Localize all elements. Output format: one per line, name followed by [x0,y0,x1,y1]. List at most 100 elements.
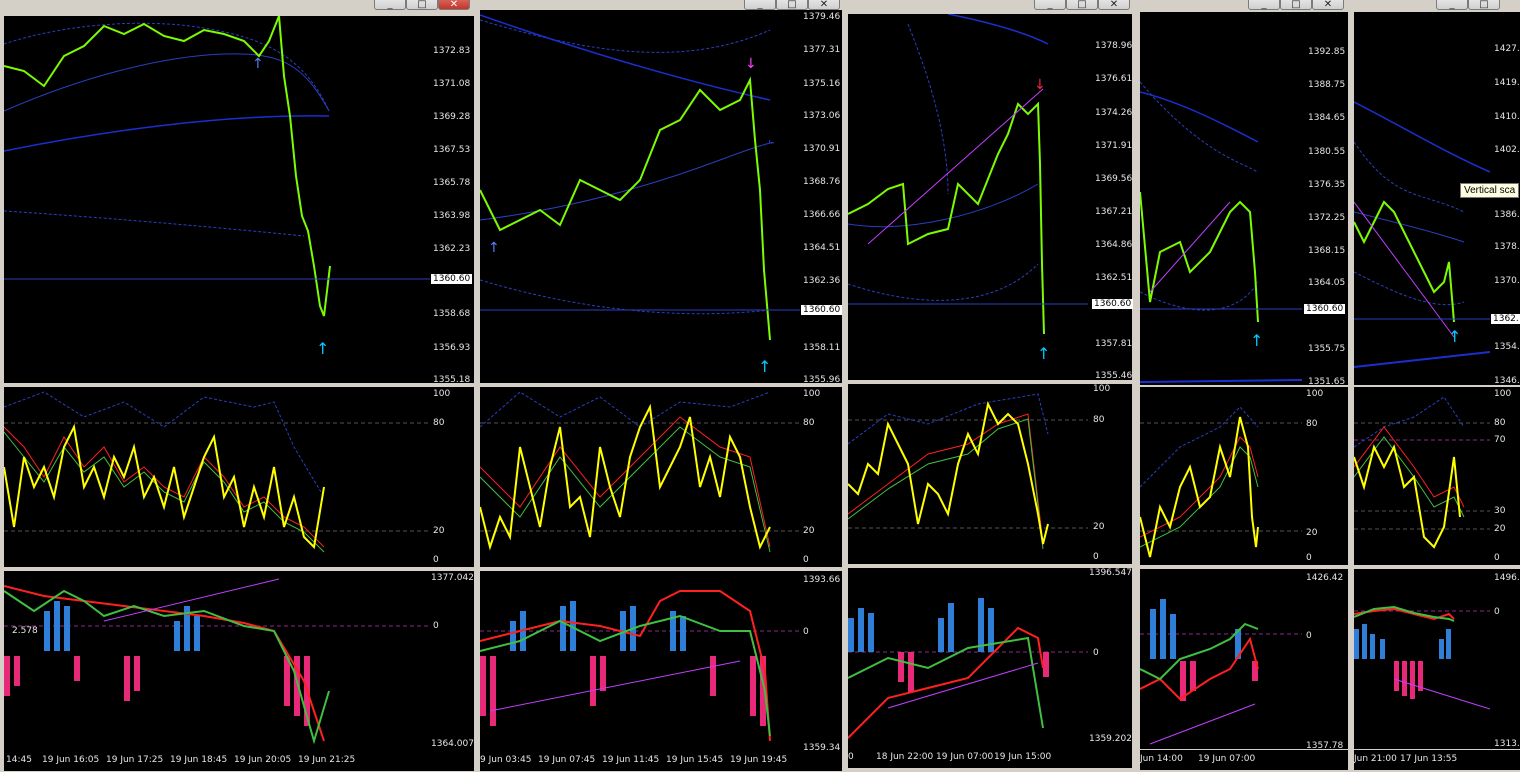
bollinger-upper-band [1140,81,1259,173]
macd-label: 1426.42 [1306,573,1344,583]
oscillator-scale: 100 80 70 30 20 0 [1490,387,1520,565]
price-label: 1346. [1494,376,1520,386]
trend-line [1393,678,1490,710]
price-label: 1386. [1494,210,1520,220]
bollinger-lower-band [480,279,771,315]
price-label: 1362.36 [803,276,841,286]
price-label: 1356.93 [433,343,471,353]
macd-label: 1496. [1494,573,1520,583]
macd-pane[interactable] [480,571,800,751]
time-label: Jun 14:00 [1140,754,1183,764]
time-label: 19 Jun 17:25 [106,755,164,765]
macd-pane[interactable]: 2.578 [4,571,430,751]
oscillator-chart [480,391,800,553]
price-label: 1354. [1494,342,1520,352]
price-scale[interactable]: 1378.96 1376.61 1374.26 1371.91 1369.56 … [1088,14,1134,381]
long-moving-average [1354,101,1490,173]
time-label: 17 Jun 13:55 [1400,754,1458,764]
stochastic-line [1354,444,1461,549]
osc-label: 100 [1306,389,1324,399]
osc-label: 80 [1494,418,1506,428]
price-pane[interactable]: ↑ [1140,12,1302,385]
price-label: 1378. [1494,242,1520,252]
maximize-button[interactable]: □ [1468,0,1500,10]
oscillator-pane[interactable] [1140,387,1302,565]
long-moving-average [947,14,1049,45]
price-pane[interactable]: ↑ ↓ ↑ [480,10,800,383]
price-label: 1355.75 [1308,344,1346,354]
price-label: 1373.06 [803,111,841,121]
chart-window-3[interactable]: _ □ ✕ ↓ ↑ 1378.96 1376.61 1374.26 1371.9… [846,0,1134,772]
osc-label: 100 [1093,384,1111,394]
price-label: 1392.85 [1308,47,1346,57]
price-pane[interactable]: ↑ ↑ 1372.83 [4,16,430,383]
vertical-scale-tooltip: Vertical sca [1460,183,1520,198]
macd-note: 2.578 [12,626,38,636]
histogram-positive [1354,624,1451,659]
support-line [1140,379,1302,383]
oscillator-scale: 100 80 20 0 [430,387,474,567]
time-label: 14:45 [6,755,32,765]
buy-arrow-icon: ↑ [316,339,329,358]
price-label: 1362.23 [433,244,471,254]
price-label: 1363.98 [433,211,471,221]
osc-label: 20 [433,526,445,536]
buy-arrow-icon: ↑ [758,357,771,376]
close-button[interactable]: ✕ [1312,0,1344,10]
osc-label: 20 [1093,522,1105,532]
price-label: 1379.46 [803,12,841,22]
maximize-button[interactable]: □ [1066,0,1098,10]
price-pane[interactable]: ↑ [1354,12,1490,385]
oscillator-pane[interactable] [848,384,1088,564]
red-signal-line [848,413,1044,545]
macd-pane[interactable] [848,568,1088,748]
price-label: 1378.96 [1095,41,1133,51]
minimize-button[interactable]: _ [1248,0,1280,10]
time-label: 19 Jun 11:45 [602,755,660,765]
current-price-badge: 1360.60 [1092,299,1134,309]
price-scale[interactable]: 1372.83 1371.08 1369.28 1367.53 1365.78 … [430,16,474,385]
price-scale[interactable]: 1392.85 1388.75 1384.65 1380.55 1376.35 … [1302,12,1348,387]
minimize-button[interactable]: _ [1034,0,1066,10]
minimize-button[interactable]: _ [744,0,776,10]
minimize-button[interactable]: _ [374,0,406,10]
chart-window-5[interactable]: _ □ ↑ 1427. 1419. 1410. 1402. 1386. 1378… [1350,0,1520,772]
price-label: 1364.05 [1308,278,1346,288]
time-label: 19 Jun 20:05 [234,755,292,765]
green-signal-line [1140,446,1259,548]
maximize-button[interactable]: □ [776,0,808,10]
bollinger-upper-band [1354,141,1465,213]
macd-scale: 1396.547 0 1359.202 [1088,568,1132,748]
osc-label: 100 [1494,389,1512,399]
buy-arrow-icon: ↑ [1448,327,1461,346]
price-label: 1377.31 [803,45,841,55]
price-scale[interactable]: 1427. 1419. 1410. 1402. 1386. 1378. 1370… [1490,12,1520,386]
macd-label: 0 [433,621,439,631]
trend-line [1149,201,1231,293]
macd-pane[interactable] [1354,569,1490,749]
close-button[interactable]: ✕ [1098,0,1130,10]
macd-label: 0 [803,627,809,637]
histogram-positive [44,601,200,651]
oscillator-pane[interactable] [480,387,800,567]
macd-pane[interactable] [1140,569,1302,749]
chart-window-1[interactable]: _ □ ✕ ↑ ↑ 1372.83 1372.83 1371.08 1369.2… [0,0,476,772]
osc-label: 0 [803,555,809,565]
close-button[interactable]: ✕ [438,0,470,10]
price-pane[interactable]: ↓ ↑ [848,14,1088,380]
price-chart: ↓ ↑ [848,14,1088,363]
price-label: 1375.16 [803,79,841,89]
long-moving-average [4,115,330,152]
chart-window-2[interactable]: _ □ ✕ ↑ ↓ ↑ 1379.46 1377.31 1375.16 1373… [478,0,844,772]
maximize-button[interactable]: □ [406,0,438,10]
minimize-button[interactable]: _ [1436,0,1468,10]
stochastic-line [480,403,771,551]
chart-window-4[interactable]: _ □ ✕ ↑ 1392.85 1388.75 1384.65 1380.55 … [1136,0,1348,772]
maximize-button[interactable]: □ [1280,0,1312,10]
macd-scale: 1426.42 0 1357.78 [1302,569,1348,751]
price-scale[interactable]: 1379.46 1377.31 1375.16 1373.06 1370.91 … [800,10,843,385]
oscillator-pane[interactable] [1354,387,1490,565]
histogram-negative [1180,661,1258,701]
close-button[interactable]: ✕ [808,0,840,10]
oscillator-pane[interactable] [4,387,430,567]
